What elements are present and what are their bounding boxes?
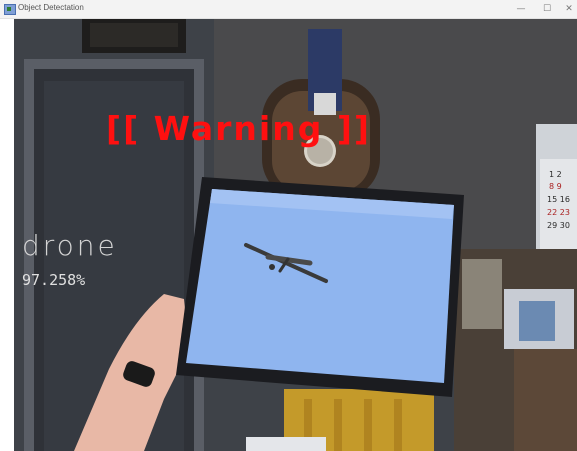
app-icon [4, 4, 16, 15]
minimize-button[interactable]: — [509, 0, 533, 18]
maximize-button[interactable]: ☐ [535, 0, 559, 18]
camera-frame: 1 2 8 9 15 16 22 23 29 30 [[ Warning ]] … [14, 19, 577, 451]
detected-class-label: drone [22, 229, 118, 262]
window-title-bar[interactable]: Object Detectation — ☐ ✕ [0, 0, 577, 19]
close-button[interactable]: ✕ [561, 0, 577, 18]
confidence-label: 97.258% [22, 271, 86, 289]
window-title: Object Detectation [18, 3, 84, 12]
warning-label: [[ Warning ]] [106, 109, 371, 148]
